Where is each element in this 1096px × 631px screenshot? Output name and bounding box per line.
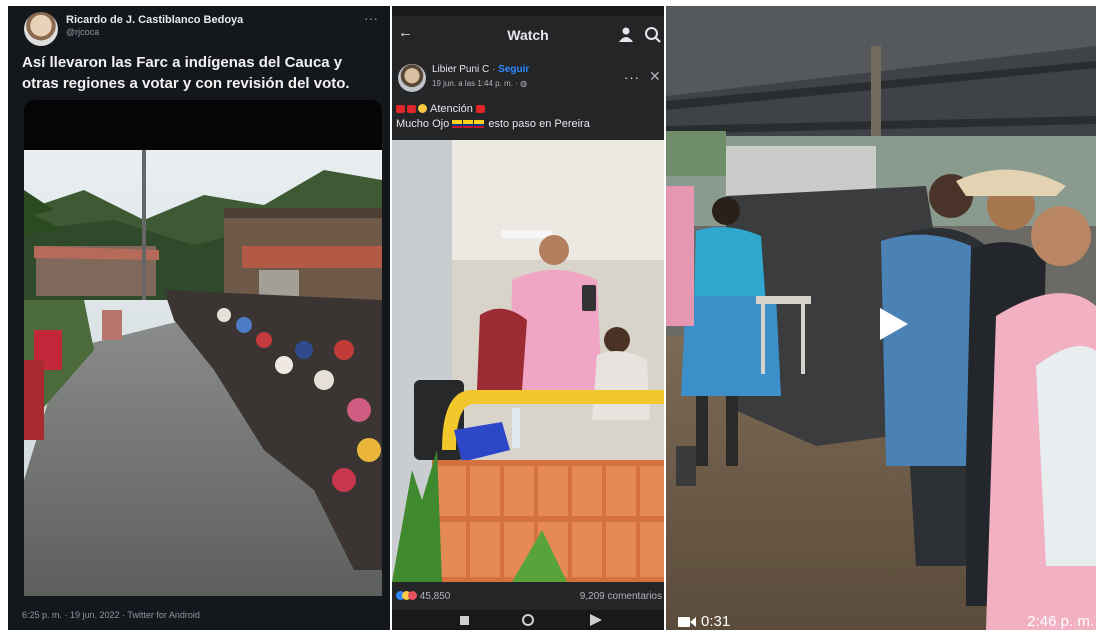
- comments-count[interactable]: 9,209 comentarios: [580, 591, 662, 602]
- alarm-emoji-icon: [475, 105, 485, 113]
- post-text-line2: Mucho Ojo esto paso en Pereira: [396, 118, 590, 130]
- globe-icon: ◍: [520, 79, 528, 88]
- colombia-flag-icon: [474, 120, 485, 128]
- author-name[interactable]: Ricardo de J. Castiblanco Bedoya: [66, 14, 243, 26]
- media-top-bar: [24, 100, 382, 150]
- reactions-count: 45,850: [419, 591, 451, 602]
- follow-button[interactable]: Seguir: [498, 64, 529, 75]
- post-date-text: 19 jun. a las 1:44 p. m. ·: [432, 79, 518, 88]
- post-text-b: esto paso en Pereira: [488, 118, 590, 130]
- post-more-icon[interactable]: ···: [624, 70, 640, 85]
- post-attention: Atención: [430, 103, 473, 115]
- play-icon[interactable]: [878, 306, 910, 342]
- search-icon[interactable]: [644, 26, 662, 44]
- post-author-name[interactable]: Libier Puni C: [432, 64, 489, 75]
- tweet-text: Así llevaron las Farc a indígenas del Ca…: [22, 54, 350, 92]
- reaction-icons: [396, 591, 420, 602]
- post-date: 19 jun. a las 1:44 p. m. · ◍: [432, 79, 527, 88]
- author-avatar[interactable]: [24, 12, 58, 46]
- android-nav-bar: [392, 610, 664, 630]
- facebook-watch-panel: ← Watch Libier Puni C · Seguir 19 jun. a…: [392, 6, 664, 630]
- profile-icon[interactable]: [618, 26, 634, 42]
- post-text-line1: Atención: [396, 103, 487, 115]
- smiley-emoji-icon: [418, 104, 427, 113]
- tweet-panel: Ricardo de J. Castiblanco Bedoya @rjcoca…: [8, 6, 390, 630]
- voting-table-frame: [392, 140, 664, 582]
- more-options-icon[interactable]: ···: [364, 10, 378, 26]
- home-icon: [522, 614, 534, 626]
- alarm-emoji-icon: [407, 105, 416, 113]
- colombia-flag-icon: [452, 120, 463, 128]
- video-panel[interactable]: 0:31 2:46 p. m.: [666, 6, 1096, 630]
- queue-road-photo: [24, 150, 382, 596]
- colombia-flag-icon: [463, 120, 474, 128]
- tweet-photo[interactable]: [24, 150, 382, 596]
- post-author-line: Libier Puni C · Seguir: [432, 64, 529, 75]
- video-duration: 0:31: [701, 613, 731, 630]
- reactions-summary[interactable]: 45,850: [396, 591, 450, 602]
- video-camera-icon: [678, 616, 696, 628]
- author-handle[interactable]: @rjcoca: [66, 27, 99, 37]
- recent-apps-icon: [460, 616, 469, 625]
- tweet-timestamp: 6:25 p. m. · 19 jun. 2022 · Twitter for …: [22, 610, 200, 620]
- post-text-a: Mucho Ojo: [396, 118, 450, 130]
- close-icon[interactable]: ✕: [649, 68, 661, 85]
- alarm-emoji-icon: [396, 105, 405, 113]
- back-nav-icon: [590, 614, 602, 626]
- post-author-avatar[interactable]: [398, 64, 426, 92]
- video-clock-time: 2:46 p. m.: [1027, 613, 1094, 630]
- post-video[interactable]: [392, 140, 664, 582]
- status-bar: [392, 6, 664, 16]
